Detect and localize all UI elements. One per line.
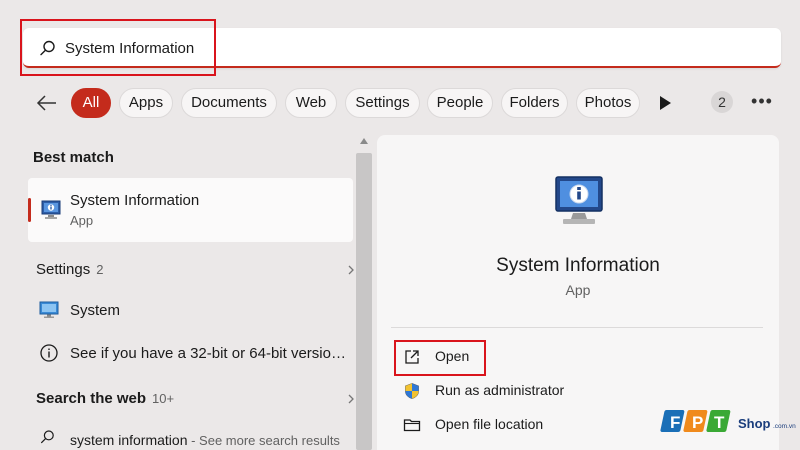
- filter-web[interactable]: Web: [285, 88, 337, 118]
- result-count-badge: 2: [711, 91, 733, 113]
- open-file-location-label: Open file location: [435, 416, 544, 432]
- settings-item-bitness-label: See if you have a 32-bit or 64-bit versi…: [70, 345, 346, 362]
- filter-photos[interactable]: Photos: [576, 88, 640, 118]
- system-info-icon: [555, 176, 603, 224]
- chevron-right-icon[interactable]: [346, 264, 356, 276]
- web-result-text: system information - See more search res…: [70, 432, 340, 448]
- fpt-shop-logo: F P T Shop .com.vn: [660, 410, 796, 432]
- arrow-left-icon[interactable]: [34, 91, 60, 115]
- best-match-item[interactable]: System Information App: [28, 178, 353, 242]
- detail-title: System Information: [496, 255, 660, 276]
- filter-documents[interactable]: Documents: [181, 88, 277, 118]
- scroll-up-icon[interactable]: [359, 137, 369, 145]
- search-icon: [41, 430, 54, 444]
- scrollbar[interactable]: [356, 153, 372, 450]
- web-result-item[interactable]: system information - See more search res…: [28, 426, 358, 450]
- best-match-heading: Best match: [33, 149, 114, 166]
- filter-all[interactable]: All: [71, 88, 111, 118]
- chevron-right-icon[interactable]: [346, 393, 356, 405]
- fpt-letters: F: [670, 413, 680, 432]
- shield-icon: [405, 383, 419, 399]
- settings-item-system-label: System: [70, 302, 121, 319]
- more-icon[interactable]: •••: [750, 88, 774, 118]
- settings-heading-label: Settings: [36, 261, 91, 278]
- detail-type: App: [565, 282, 591, 298]
- play-icon[interactable]: [658, 95, 672, 111]
- filter-apps[interactable]: Apps: [119, 88, 173, 118]
- settings-item-system[interactable]: System: [28, 295, 348, 325]
- web-heading-label: Search the web: [36, 390, 147, 407]
- logo-domain-text: .com.vn: [773, 423, 796, 430]
- selection-accent: [28, 198, 31, 222]
- best-match-type: App: [70, 213, 94, 228]
- svg-text:T: T: [714, 413, 725, 432]
- results-list: Best match System Information App Settin…: [24, 135, 372, 450]
- folder-icon: [403, 419, 421, 432]
- best-match-title: System Information: [70, 192, 200, 209]
- run-as-admin-action[interactable]: Run as administrator: [403, 379, 743, 403]
- logo-shop-text: Shop: [738, 416, 771, 431]
- system-info-icon: [41, 200, 61, 219]
- search-input[interactable]: [65, 36, 665, 60]
- web-result-suffix: - See more search results: [187, 433, 340, 448]
- filter-people[interactable]: People: [427, 88, 493, 118]
- filter-folders[interactable]: Folders: [501, 88, 568, 118]
- web-count: 10+: [152, 391, 175, 406]
- settings-count: 2: [96, 262, 104, 277]
- open-action-label: Open: [435, 348, 470, 364]
- external-link-icon: [405, 350, 419, 364]
- web-heading: Search the web 10+: [36, 390, 174, 407]
- settings-heading: Settings 2: [36, 261, 103, 278]
- detail-pane: System Information App Open Run as admin…: [377, 135, 779, 450]
- monitor-icon: [39, 301, 59, 318]
- filter-settings[interactable]: Settings: [345, 88, 420, 118]
- filter-bar: All Apps Documents Web Settings People F…: [34, 86, 784, 120]
- search-box[interactable]: [23, 28, 781, 68]
- settings-item-bitness[interactable]: See if you have a 32-bit or 64-bit versi…: [28, 338, 348, 368]
- info-icon: [40, 344, 58, 362]
- svg-text:P: P: [692, 413, 703, 432]
- open-action[interactable]: Open: [403, 345, 743, 369]
- search-icon: [40, 40, 55, 56]
- web-result-query: system information: [70, 432, 188, 448]
- run-as-admin-label: Run as administrator: [435, 382, 565, 398]
- divider: [391, 327, 763, 328]
